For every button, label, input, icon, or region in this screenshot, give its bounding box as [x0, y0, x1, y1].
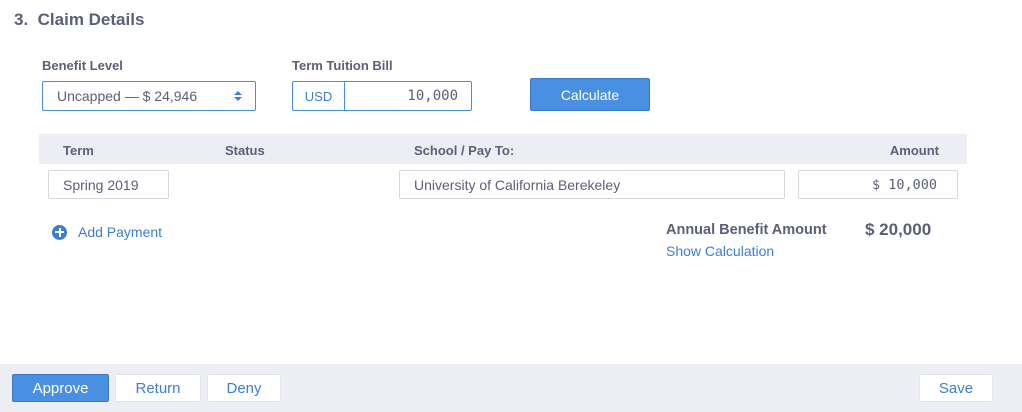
annual-benefit-value: $ 20,000: [865, 220, 932, 239]
save-button[interactable]: Save: [919, 374, 993, 402]
section-number: 3.: [14, 10, 29, 29]
plus-circle-icon: [52, 224, 67, 240]
currency-unit: USD: [293, 82, 345, 110]
term-tuition-field: USD: [292, 81, 472, 111]
column-header-status: Status: [225, 143, 265, 158]
amount-input[interactable]: $ 10,000: [798, 170, 958, 199]
benefit-level-label: Benefit Level: [42, 58, 123, 73]
add-payment-label: Add Payment: [78, 224, 163, 240]
show-calculation-link[interactable]: Show Calculation: [666, 243, 774, 259]
calculate-button[interactable]: Calculate: [530, 78, 650, 111]
payments-table-header: Term Status School / Pay To: Amount: [39, 134, 967, 164]
column-header-school: School / Pay To:: [414, 143, 515, 158]
section-title: 3. Claim Details: [14, 10, 144, 30]
term-tuition-input[interactable]: [345, 82, 471, 110]
select-arrows-icon: [234, 91, 242, 101]
school-input[interactable]: University of California Berekeley: [399, 170, 785, 199]
column-header-term: Term: [63, 143, 94, 158]
deny-button[interactable]: Deny: [207, 374, 281, 402]
section-title-text: Claim Details: [37, 10, 145, 29]
term-input[interactable]: Spring 2019: [48, 170, 169, 199]
return-button[interactable]: Return: [115, 374, 201, 402]
approve-button[interactable]: Approve: [12, 374, 109, 402]
term-tuition-label: Term Tuition Bill: [292, 58, 393, 73]
action-footer: Approve Return Deny Save: [0, 364, 1022, 412]
benefit-level-value: Uncapped — $ 24,946: [57, 88, 198, 104]
benefit-level-select[interactable]: Uncapped — $ 24,946: [42, 81, 256, 111]
annual-benefit-label: Annual Benefit Amount: [666, 222, 827, 238]
column-header-amount: Amount: [889, 143, 939, 158]
add-payment-link[interactable]: Add Payment: [52, 224, 162, 240]
